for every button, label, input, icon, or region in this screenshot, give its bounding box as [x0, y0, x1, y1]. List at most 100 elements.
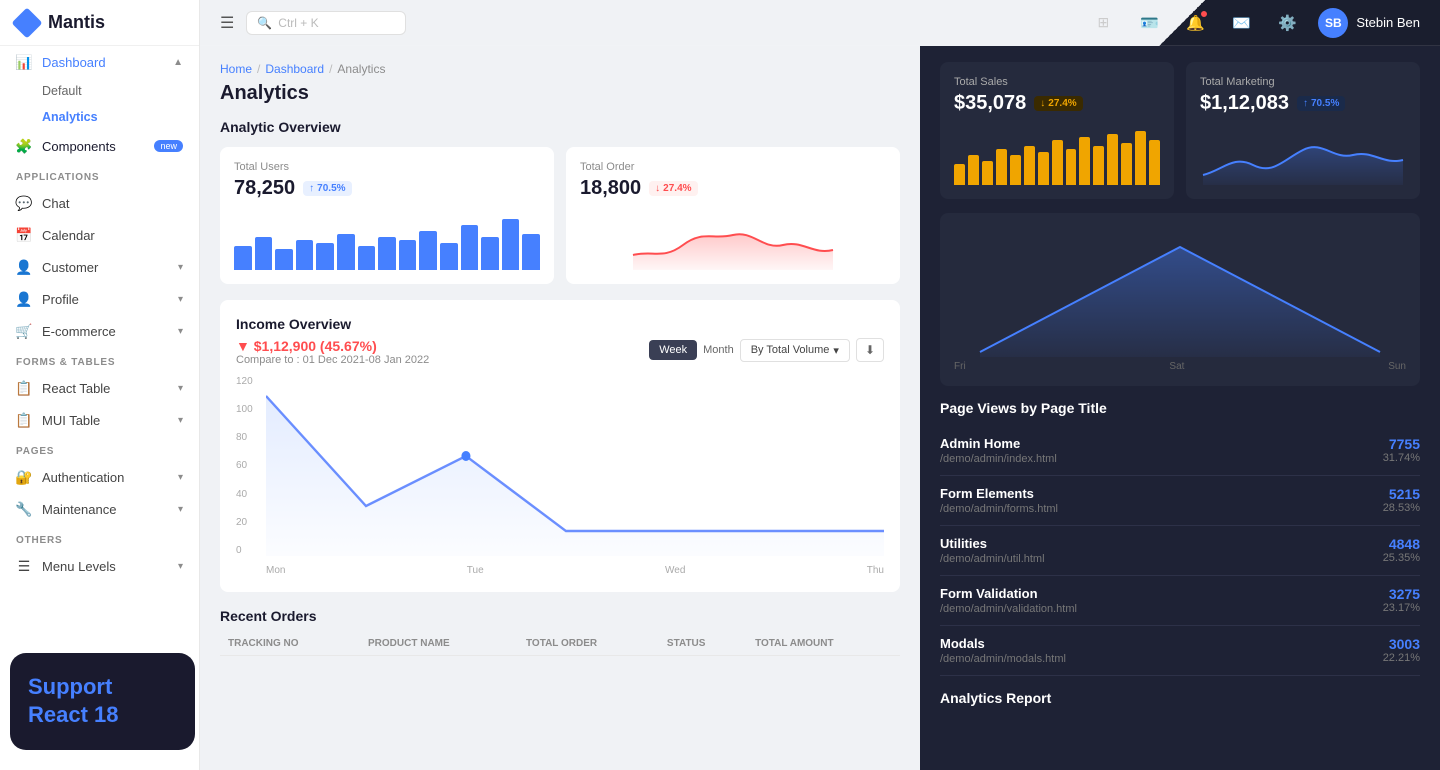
- bar: [968, 155, 979, 185]
- arrow-up-icon: ↑: [1303, 98, 1308, 109]
- hamburger-button[interactable]: ☰: [220, 13, 234, 33]
- total-sales-label: Total Sales: [954, 76, 1160, 88]
- bar: [1024, 146, 1035, 185]
- week-button[interactable]: Week: [649, 340, 697, 360]
- bar: [378, 237, 396, 270]
- pv-pct-0: 31.74%: [1383, 452, 1420, 464]
- sidebar-item-customer[interactable]: 👤 Customer ▾: [0, 251, 199, 283]
- menu-levels-icon: ☰: [16, 558, 32, 574]
- order-area-chart: [580, 210, 886, 270]
- income-overview-card: Income Overview ▼ $1,12,900 (45.67%) Com…: [220, 300, 900, 592]
- chevron-down-icon: ▾: [178, 326, 183, 337]
- pv-path-0: /demo/admin/index.html: [940, 453, 1057, 465]
- total-marketing-value-row: $1,12,083 ↑ 70.5%: [1200, 92, 1406, 115]
- bar: [1052, 140, 1063, 185]
- sidebar-item-calendar[interactable]: 📅 Calendar: [0, 219, 199, 251]
- sidebar-item-dashboard[interactable]: 📊 Dashboard ▲: [0, 46, 199, 78]
- logo-icon: [11, 7, 42, 38]
- user-card-icon-button[interactable]: 🪪: [1134, 8, 1164, 38]
- month-button[interactable]: Month: [703, 344, 734, 356]
- new-badge: new: [154, 140, 183, 152]
- income-header: ▼ $1,12,900 (45.67%) Compare to : 01 Dec…: [236, 338, 884, 366]
- bar: [358, 246, 376, 270]
- bar: [1093, 146, 1104, 185]
- dashboard-icon: 📊: [16, 54, 32, 70]
- total-users-chart: [234, 210, 540, 270]
- breadcrumb-sep-2: /: [329, 62, 332, 76]
- grid-icon-button[interactable]: ⊞: [1088, 8, 1118, 38]
- bar: [399, 240, 417, 270]
- page-view-item-modals: Modals /demo/admin/modals.html 3003 22.2…: [940, 626, 1420, 676]
- right-panel: Total Sales $35,078 ↓ 27.4%: [920, 46, 1440, 770]
- chat-icon: 💬: [16, 195, 32, 211]
- total-sales-badge: ↓ 27.4%: [1034, 96, 1082, 111]
- search-bar[interactable]: 🔍 Ctrl + K: [246, 11, 406, 35]
- user-card-icon: 🪪: [1140, 14, 1159, 32]
- dark-chart-x-labels: Fri Sat Sun: [954, 361, 1406, 372]
- sidebar-item-ecommerce[interactable]: 🛒 E-commerce ▾: [0, 315, 199, 347]
- settings-icon-button[interactable]: ⚙️: [1272, 8, 1302, 38]
- total-sales-card: Total Sales $35,078 ↓ 27.4%: [940, 62, 1174, 199]
- bar: [481, 237, 499, 270]
- income-compare: Compare to : 01 Dec 2021-08 Jan 2022: [236, 354, 429, 366]
- search-icon: 🔍: [257, 16, 272, 30]
- sidebar-item-maintenance[interactable]: 🔧 Maintenance ▾: [0, 493, 199, 525]
- pv-name-3: Form Validation: [940, 586, 1077, 601]
- grid-icon: ⊞: [1098, 14, 1110, 31]
- maintenance-icon: 🔧: [16, 501, 32, 517]
- support-react-popup[interactable]: Support React 18: [10, 653, 195, 750]
- message-icon-button[interactable]: ✉️: [1226, 8, 1256, 38]
- bar: [440, 243, 458, 270]
- breadcrumb-current: Analytics: [337, 62, 385, 76]
- marketing-area-chart: [1200, 125, 1406, 185]
- sidebar-item-chat[interactable]: 💬 Chat: [0, 187, 199, 219]
- user-profile-button[interactable]: SB Stebin Ben: [1318, 8, 1420, 38]
- breadcrumb-dashboard[interactable]: Dashboard: [265, 62, 324, 76]
- sales-bar-chart: [954, 125, 1160, 185]
- chart-dot: [461, 451, 470, 461]
- settings-icon: ⚙️: [1278, 14, 1297, 32]
- income-amount: ▼ $1,12,900 (45.67%): [236, 338, 377, 354]
- chevron-down-icon: ▾: [178, 415, 183, 426]
- analytics-report-section: Analytics Report: [940, 690, 1420, 712]
- volume-button[interactable]: By Total Volume ▾: [740, 339, 850, 362]
- topbar-right: ⊞ 🪪 🔔 ✉️ ⚙️ SB Stebin Ben: [1088, 8, 1420, 38]
- sidebar-item-authentication[interactable]: 🔐 Authentication ▾: [0, 461, 199, 493]
- recent-orders-table: TRACKING NO PRODUCT NAME TOTAL ORDER STA…: [220, 632, 900, 656]
- bar: [461, 225, 479, 270]
- breadcrumb-home[interactable]: Home: [220, 62, 252, 76]
- pv-pct-4: 22.21%: [1383, 652, 1420, 664]
- income-overview-title: Income Overview: [236, 316, 884, 332]
- notification-badge: [1200, 10, 1208, 18]
- bar: [502, 219, 520, 270]
- calendar-icon: 📅: [16, 227, 32, 243]
- sidebar-item-analytics[interactable]: Analytics: [0, 104, 199, 130]
- sidebar-item-react-table[interactable]: 📋 React Table ▾: [0, 372, 199, 404]
- dark-income-svg: [954, 227, 1406, 357]
- content-area: Home / Dashboard / Analytics Analytics A…: [200, 46, 1440, 770]
- bar: [296, 240, 314, 270]
- sidebar-item-mui-table[interactable]: 📋 MUI Table ▾: [0, 404, 199, 436]
- total-order-label: Total Order: [580, 161, 886, 173]
- pv-count-3: 3275: [1383, 586, 1420, 602]
- main-area: ☰ 🔍 Ctrl + K ⊞ 🪪 🔔 ✉️ ⚙️: [200, 0, 1440, 770]
- arrow-down-icon: ↓: [1040, 98, 1045, 109]
- total-users-badge: ↑ 70.5%: [303, 181, 351, 196]
- sidebar-item-components[interactable]: 🧩 Components new: [0, 130, 199, 162]
- total-users-value: 78,250: [234, 177, 295, 200]
- section-label-pages: Pages: [0, 436, 199, 461]
- chevron-down-icon: ▾: [178, 561, 183, 572]
- col-tracking: TRACKING NO: [220, 632, 360, 656]
- profile-icon: 👤: [16, 291, 32, 307]
- bar: [1149, 140, 1160, 185]
- dark-chart-svg-area: [954, 227, 1406, 357]
- notification-bell-button[interactable]: 🔔: [1180, 8, 1210, 38]
- sidebar-item-menu-levels[interactable]: ☰ Menu Levels ▾: [0, 550, 199, 582]
- sidebar-item-profile[interactable]: 👤 Profile ▾: [0, 283, 199, 315]
- bar: [1121, 143, 1132, 185]
- search-placeholder: Ctrl + K: [278, 16, 318, 30]
- sidebar-item-default[interactable]: Default: [0, 78, 199, 104]
- total-marketing-label: Total Marketing: [1200, 76, 1406, 88]
- react-table-icon: 📋: [16, 380, 32, 396]
- download-button[interactable]: ⬇: [856, 338, 884, 362]
